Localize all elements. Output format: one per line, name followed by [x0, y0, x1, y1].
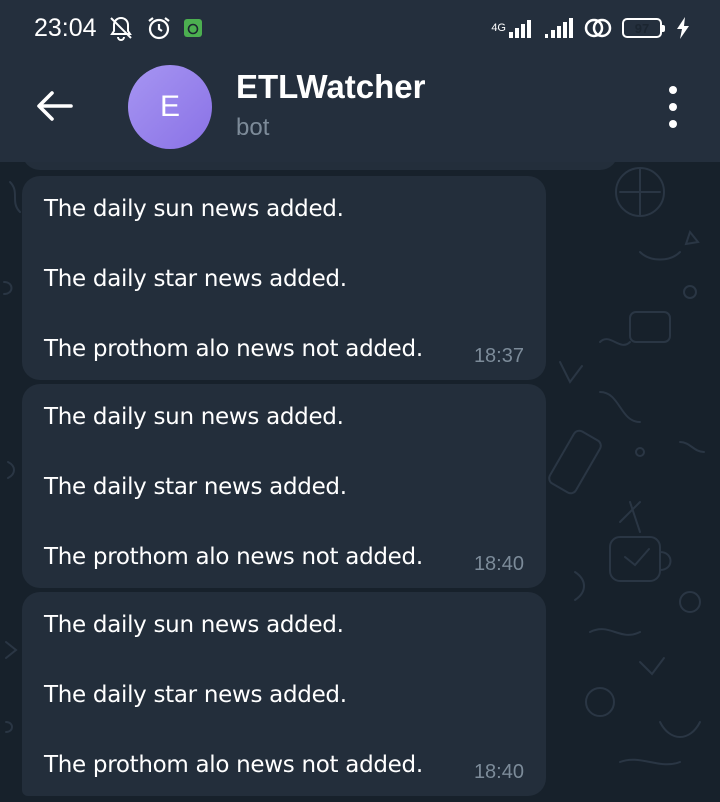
hotspot-icon: [584, 14, 612, 42]
avatar[interactable]: E: [128, 65, 212, 149]
app-notification-icon: [183, 18, 203, 38]
alarm-icon: [145, 14, 173, 42]
avatar-letter: E: [159, 90, 180, 123]
message-time: 18:37: [473, 345, 524, 367]
status-time: 23:04: [34, 13, 97, 42]
message-time: 18:40: [473, 553, 524, 575]
network-label: 4G: [491, 21, 506, 34]
signal-icon: 4G: [491, 18, 534, 38]
chat-header: E ETLWatcher bot: [0, 56, 720, 162]
message-line: The daily sun news added.: [44, 196, 344, 222]
chat-area[interactable]: The daily sun news added. The daily star…: [0, 162, 720, 802]
charging-icon: [676, 17, 690, 39]
message-time: 18:40: [473, 761, 524, 783]
chat-title[interactable]: ETLWatcher: [236, 68, 425, 106]
message-line: The daily sun news added.: [44, 612, 344, 638]
mute-icon: [107, 14, 135, 42]
more-vertical-icon: [669, 86, 677, 128]
battery-level: 97: [634, 20, 650, 36]
chat-subtitle: bot: [236, 114, 270, 141]
message-line: The daily star news added.: [44, 266, 347, 292]
message-line: The daily star news added.: [44, 682, 347, 708]
message-line: The prothom alo news not added.: [44, 336, 423, 362]
message-bubble[interactable]: The daily sun news added. The daily star…: [22, 176, 546, 380]
status-bar: 23:04 4G 97: [0, 0, 720, 56]
battery-icon: 97: [622, 18, 665, 38]
back-arrow-icon: [35, 90, 73, 122]
message-line: The daily sun news added.: [44, 404, 344, 430]
message-bubble[interactable]: The daily sun news added. The daily star…: [22, 592, 546, 796]
previous-message-bubble: [22, 162, 618, 170]
message-line: The prothom alo news not added.: [44, 544, 423, 570]
signal-icon: [544, 18, 574, 38]
message-line: The prothom alo news not added.: [44, 752, 423, 778]
message-line: The daily star news added.: [44, 474, 347, 500]
message-bubble[interactable]: The daily sun news added. The daily star…: [22, 384, 546, 588]
more-options-button[interactable]: [658, 86, 688, 128]
back-button[interactable]: [34, 86, 74, 126]
